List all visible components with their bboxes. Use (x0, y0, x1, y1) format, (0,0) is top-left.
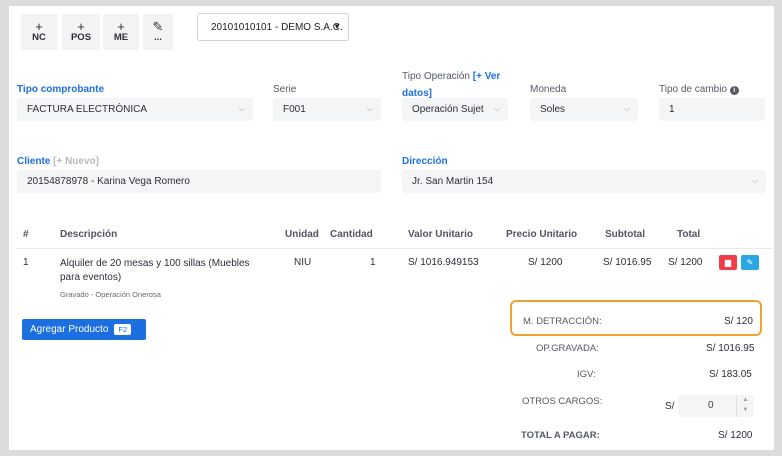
col-header-unidad: Unidad (285, 229, 319, 240)
chevron-down-icon: ⌵ (366, 104, 373, 113)
row-num: 1 (23, 257, 29, 268)
serie-value: F001 (283, 104, 306, 115)
cliente-value: 20154878978 - Karina Vega Romero (27, 176, 190, 187)
add-product-button[interactable]: Agregar Producto F2 (22, 319, 146, 340)
nuevo-cliente-link[interactable]: [+ Nuevo] (53, 156, 99, 167)
chevron-up-icon[interactable]: ▲ (737, 395, 754, 405)
edit-row-button[interactable]: ✎ (741, 255, 759, 270)
serie-select[interactable]: F001 ⌵ (273, 98, 381, 121)
tipo-comprobante-label: Tipo comprobante (17, 84, 105, 95)
col-header-num: # (23, 229, 29, 240)
moneda-label: Moneda (530, 84, 567, 95)
col-header-subtotal: Subtotal (605, 229, 645, 240)
info-icon: i (729, 86, 739, 95)
chevron-down-icon: ⌵ (238, 104, 245, 113)
otros-cargos-label: OTROS CARGOS: (522, 396, 603, 407)
row-subtotal: S/ 1016.95 (603, 257, 652, 268)
igv-value: S/ 183.05 (709, 369, 752, 380)
tipo-cambio-text: Tipo de cambio (659, 84, 727, 95)
row-precio-unitario: S/ 1200 (528, 257, 563, 268)
chevron-down-icon[interactable]: ▼ (737, 405, 754, 415)
moneda-select[interactable]: Soles ⌵ (530, 98, 638, 121)
chevron-down-icon: ⌵ (493, 104, 500, 113)
row-total: S/ 1200 (668, 257, 703, 268)
company-select[interactable]: 20101010101 - DEMO S.A.C. ▼ (197, 13, 349, 41)
button-label: ME (113, 32, 129, 43)
col-header-total: Total (677, 229, 701, 240)
row-description: Alquiler de 20 mesas y 100 sillas (Muebl… (60, 257, 250, 285)
direccion-label: Dirección (402, 156, 448, 167)
table-divider (17, 248, 772, 249)
pencil-icon: ✎ (152, 19, 164, 34)
op-gravada-value: S/ 1016.95 (706, 343, 755, 354)
cliente-text: Cliente (17, 156, 51, 167)
trash-icon: ▆ (724, 258, 732, 267)
company-value: 20101010101 - DEMO S.A.C. (211, 21, 343, 33)
col-header-valor-unitario: Valor Unitario (408, 229, 474, 240)
chevron-down-icon: ⌵ (751, 176, 758, 185)
cliente-label: Cliente [+ Nuevo] (17, 156, 99, 167)
otros-cargos-currency: S/ (665, 401, 675, 412)
tipo-comprobante-value: FACTURA ELECTRÓNICA (27, 104, 148, 115)
chevron-down-icon: ▼ (333, 22, 341, 31)
tipo-cambio-label: Tipo de cambio i (659, 84, 739, 95)
row-operation-note: Gravado - Operación Onerosa (60, 290, 161, 299)
delete-row-button[interactable]: ▆ (719, 255, 737, 270)
tipo-operacion-label: Tipo Operación [+ Ver datos] (402, 68, 514, 102)
button-label: POS (70, 32, 92, 43)
direccion-value: Jr. San Martin 154 (412, 176, 494, 187)
shortcut-badge: F2 (114, 324, 132, 335)
row-cantidad: 1 (370, 257, 376, 268)
igv-label: IGV: (577, 369, 596, 380)
detraccion-label: M. DETRACCIÓN: (523, 316, 602, 327)
tipo-operacion-select[interactable]: Operación Sujet ⌵ (402, 98, 508, 121)
plus-icon: + (117, 19, 125, 34)
description-line: Alquiler de 20 mesas y 100 sillas (Muebl… (60, 258, 250, 269)
row-valor-unitario: S/ 1016.949153 (408, 257, 479, 268)
more-options-button[interactable]: ✎ ... (143, 14, 173, 50)
button-label: NC (32, 32, 46, 43)
detraccion-value: S/ 120 (724, 316, 753, 327)
pencil-icon: ✎ (746, 258, 754, 267)
tipo-comprobante-select[interactable]: FACTURA ELECTRÓNICA ⌵ (17, 98, 253, 121)
op-gravada-label: OP.GRAVADA: (536, 343, 599, 354)
total-pagar-label: TOTAL A PAGAR: (521, 430, 600, 441)
chevron-down-icon: ⌵ (623, 104, 630, 113)
otros-cargos-input[interactable]: 0 ▲ ▼ (678, 395, 754, 417)
new-me-button[interactable]: + ME (103, 14, 139, 50)
serie-label: Serie (273, 84, 297, 95)
add-product-label: Agregar Producto (30, 324, 109, 335)
col-header-cantidad: Cantidad (330, 229, 373, 240)
new-nc-button[interactable]: + NC (21, 14, 57, 50)
direccion-select[interactable]: Jr. San Martin 154 ⌵ (402, 170, 766, 193)
invoice-panel: + NC + POS + ME ✎ ... 20101010101 - DEMO… (9, 6, 774, 450)
new-pos-button[interactable]: + POS (62, 14, 100, 50)
row-unidad: NIU (294, 257, 312, 268)
button-label: ... (154, 32, 162, 43)
col-header-precio-unitario: Precio Unitario (506, 229, 578, 240)
total-pagar-value: S/ 1200 (718, 430, 753, 441)
col-header-descripcion: Descripción (60, 229, 118, 240)
moneda-value: Soles (540, 104, 566, 115)
description-line: para eventos) (60, 272, 122, 283)
tipo-cambio-input[interactable]: 1 (659, 98, 765, 121)
otros-cargos-value: 0 (708, 400, 714, 411)
tipo-cambio-value: 1 (669, 104, 675, 115)
stepper-arrows[interactable]: ▲ ▼ (736, 395, 754, 417)
cliente-input[interactable]: 20154878978 - Karina Vega Romero (17, 170, 381, 193)
plus-icon: + (77, 19, 85, 34)
tipo-operacion-text: Tipo Operación (402, 71, 470, 82)
plus-icon: + (35, 19, 43, 34)
tipo-operacion-value: Operación Sujet (412, 104, 484, 115)
